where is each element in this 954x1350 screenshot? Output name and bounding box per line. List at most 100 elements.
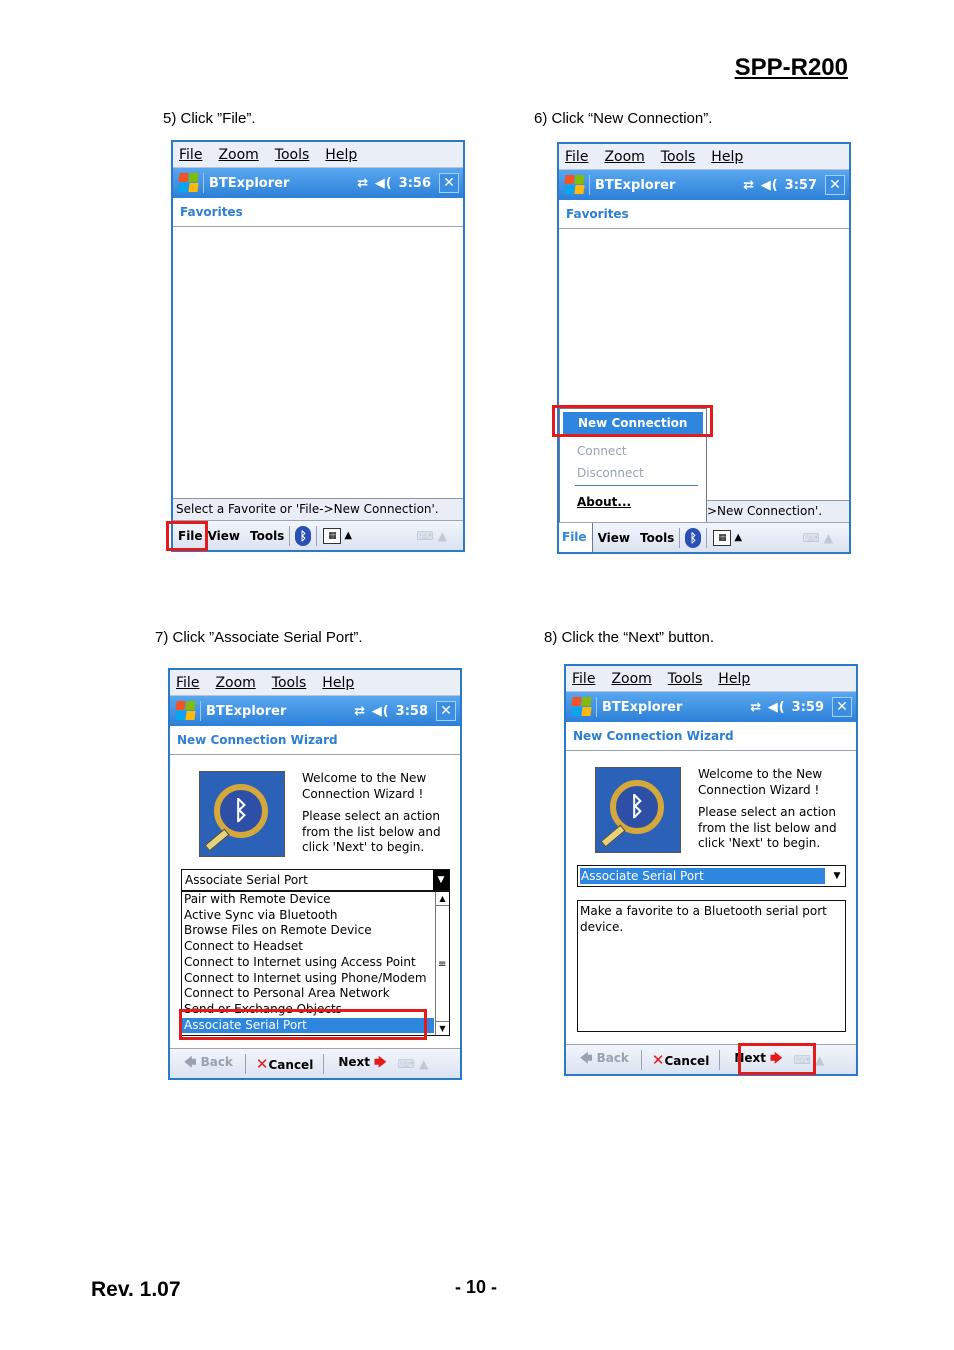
step-7-caption: 7) Click ”Associate Serial Port”. — [155, 629, 363, 646]
menu-file[interactable]: File — [565, 149, 588, 165]
bottom-menu-file[interactable]: File — [559, 523, 593, 552]
wizard-heading: New Connection Wizard — [566, 723, 856, 751]
cancel-x-icon: ✕ — [255, 1054, 269, 1073]
menu-zoom[interactable]: Zoom — [218, 147, 258, 163]
connectivity-volume-icon[interactable]: ⇄ ◀( — [357, 176, 392, 191]
menu-help[interactable]: Help — [322, 675, 354, 691]
screenshot-step-6: File Zoom Tools Help BTExplorer ⇄ ◀( 3:5… — [557, 142, 851, 554]
highlight-file-menu — [166, 521, 208, 551]
title-bar: BTExplorer ⇄ ◀( 3:58 ✕ — [170, 696, 460, 726]
keyboard-icon[interactable]: ⌨ ▲ — [398, 1057, 429, 1071]
wizard-button-bar: 🡄 Back ✕Cancel Next 🡆 ⌨ ▲ — [170, 1048, 460, 1078]
connectivity-volume-icon[interactable]: ⇄ ◀( — [354, 704, 389, 719]
clock[interactable]: 3:59 — [792, 700, 824, 715]
menu-tools[interactable]: Tools — [272, 675, 307, 691]
scroll-grip-icon[interactable]: ≡ — [438, 960, 447, 970]
bottom-menu-bar: File View Tools ᛒ ▦ ▲ ⌨ ▲ — [559, 522, 849, 552]
step-6-caption: 6) Click “New Connection”. — [534, 110, 713, 127]
menu-bar: File Zoom Tools Help — [559, 144, 849, 170]
list-item[interactable]: Connect to Internet using Access Point — [182, 955, 449, 971]
connectivity-volume-icon[interactable]: ⇄ ◀( — [750, 700, 785, 715]
menu-zoom[interactable]: Zoom — [611, 671, 651, 687]
close-icon[interactable]: ✕ — [832, 697, 852, 717]
menu-file[interactable]: File — [176, 675, 199, 691]
bluetooth-wizard-icon: ᛒ — [199, 771, 285, 857]
close-icon[interactable]: ✕ — [439, 173, 459, 193]
highlight-new-connection — [552, 405, 713, 437]
calendar-icon[interactable]: ▦ — [323, 527, 342, 544]
windows-logo-icon[interactable] — [570, 696, 592, 718]
clock[interactable]: 3:56 — [399, 176, 431, 191]
list-scrollbar[interactable]: ▲ ≡ ▼ — [435, 892, 449, 1035]
clock[interactable]: 3:58 — [396, 704, 428, 719]
menu-tools[interactable]: Tools — [668, 671, 703, 687]
action-dropdown-value: Associate Serial Port — [580, 868, 825, 884]
close-icon[interactable]: ✕ — [825, 175, 845, 195]
calendar-icon[interactable]: ▦ — [713, 529, 732, 546]
back-button[interactable]: 🡄 Back — [170, 1053, 245, 1074]
favorites-heading: Favorites — [173, 199, 463, 227]
menu-bar: File Zoom Tools Help — [566, 666, 856, 692]
keyboard-icon[interactable]: ⌨ ▲ — [802, 531, 833, 545]
bluetooth-icon[interactable]: ᛒ — [295, 525, 312, 546]
bluetooth-wizard-icon: ᛒ — [595, 767, 681, 853]
caret-up-icon[interactable]: ▲ — [344, 530, 352, 541]
menu-file[interactable]: File — [179, 147, 202, 163]
menu-help[interactable]: Help — [718, 671, 750, 687]
chevron-down-icon[interactable]: ▼ — [829, 866, 845, 886]
list-item[interactable]: Connect to Headset — [182, 939, 449, 955]
close-icon[interactable]: ✕ — [436, 701, 456, 721]
action-dropdown[interactable]: Associate Serial Port ▼ — [577, 865, 846, 887]
bottom-menu-view[interactable]: View — [208, 529, 245, 543]
wizard-welcome-text: Welcome to the New Connection Wizard ! — [302, 771, 427, 801]
keyboard-icon[interactable]: ⌨ ▲ — [416, 529, 447, 543]
bottom-menu-view[interactable]: View — [593, 531, 635, 545]
wizard-instruction-text: Please select an action from the list be… — [302, 809, 441, 854]
cancel-button[interactable]: ✕Cancel — [246, 1055, 323, 1073]
arrow-right-icon: 🡆 — [374, 1055, 387, 1069]
bluetooth-icon[interactable]: ᛒ — [685, 527, 702, 548]
bottom-menu-tools[interactable]: Tools — [635, 531, 679, 545]
bottom-menu-tools[interactable]: Tools — [245, 529, 289, 543]
wizard-welcome-text: Welcome to the New Connection Wizard ! — [698, 767, 823, 797]
menu-item-disconnect[interactable]: Disconnect — [560, 462, 706, 484]
list-item[interactable]: Connect to Internet using Phone/Modem — [182, 971, 449, 987]
cancel-button[interactable]: ✕Cancel — [642, 1051, 719, 1069]
connectivity-volume-icon[interactable]: ⇄ ◀( — [743, 178, 778, 193]
back-button[interactable]: 🡄 Back — [566, 1049, 641, 1070]
screenshot-step-8: File Zoom Tools Help BTExplorer ⇄ ◀( 3:5… — [564, 664, 858, 1076]
menu-file[interactable]: File — [572, 671, 595, 687]
menu-help[interactable]: Help — [325, 147, 357, 163]
caret-up-icon[interactable]: ▲ — [734, 532, 742, 543]
menu-bar: File Zoom Tools Help — [173, 142, 463, 168]
clock[interactable]: 3:57 — [785, 178, 817, 193]
list-item[interactable]: Pair with Remote Device — [182, 892, 449, 908]
action-dropdown-value: Associate Serial Port — [185, 873, 308, 887]
scroll-down-icon[interactable]: ▼ — [436, 1021, 449, 1035]
windows-logo-icon[interactable] — [177, 172, 199, 194]
highlight-associate-serial-port — [179, 1009, 427, 1040]
bottom-menu-bar: File View Tools ᛒ ▦ ▲ ⌨ ▲ — [173, 520, 463, 550]
chevron-down-icon[interactable]: ▼ — [433, 870, 449, 890]
scroll-up-icon[interactable]: ▲ — [436, 892, 449, 906]
menu-help[interactable]: Help — [711, 149, 743, 165]
menu-zoom[interactable]: Zoom — [604, 149, 644, 165]
menu-zoom[interactable]: Zoom — [215, 675, 255, 691]
wizard-instruction-text: Please select an action from the list be… — [698, 805, 837, 850]
app-title: BTExplorer — [602, 699, 683, 715]
list-item[interactable]: Connect to Personal Area Network — [182, 986, 449, 1002]
action-dropdown[interactable]: Associate Serial Port ▼ — [181, 869, 450, 891]
favorites-heading: Favorites — [559, 201, 849, 229]
menu-item-about[interactable]: About... — [560, 487, 706, 513]
list-item[interactable]: Active Sync via Bluetooth — [182, 908, 449, 924]
menu-tools[interactable]: Tools — [661, 149, 696, 165]
windows-logo-icon[interactable] — [174, 700, 196, 722]
windows-logo-icon[interactable] — [563, 174, 585, 196]
menu-tools[interactable]: Tools — [275, 147, 310, 163]
status-bar: Select a Favorite or 'File->New Connecti… — [173, 498, 463, 520]
list-item[interactable]: Browse Files on Remote Device — [182, 923, 449, 939]
next-button[interactable]: Next 🡆 — [324, 1053, 391, 1074]
revision-label: Rev. 1.07 — [91, 1278, 181, 1301]
highlight-next-button — [738, 1043, 816, 1075]
menu-item-connect[interactable]: Connect — [560, 440, 706, 462]
